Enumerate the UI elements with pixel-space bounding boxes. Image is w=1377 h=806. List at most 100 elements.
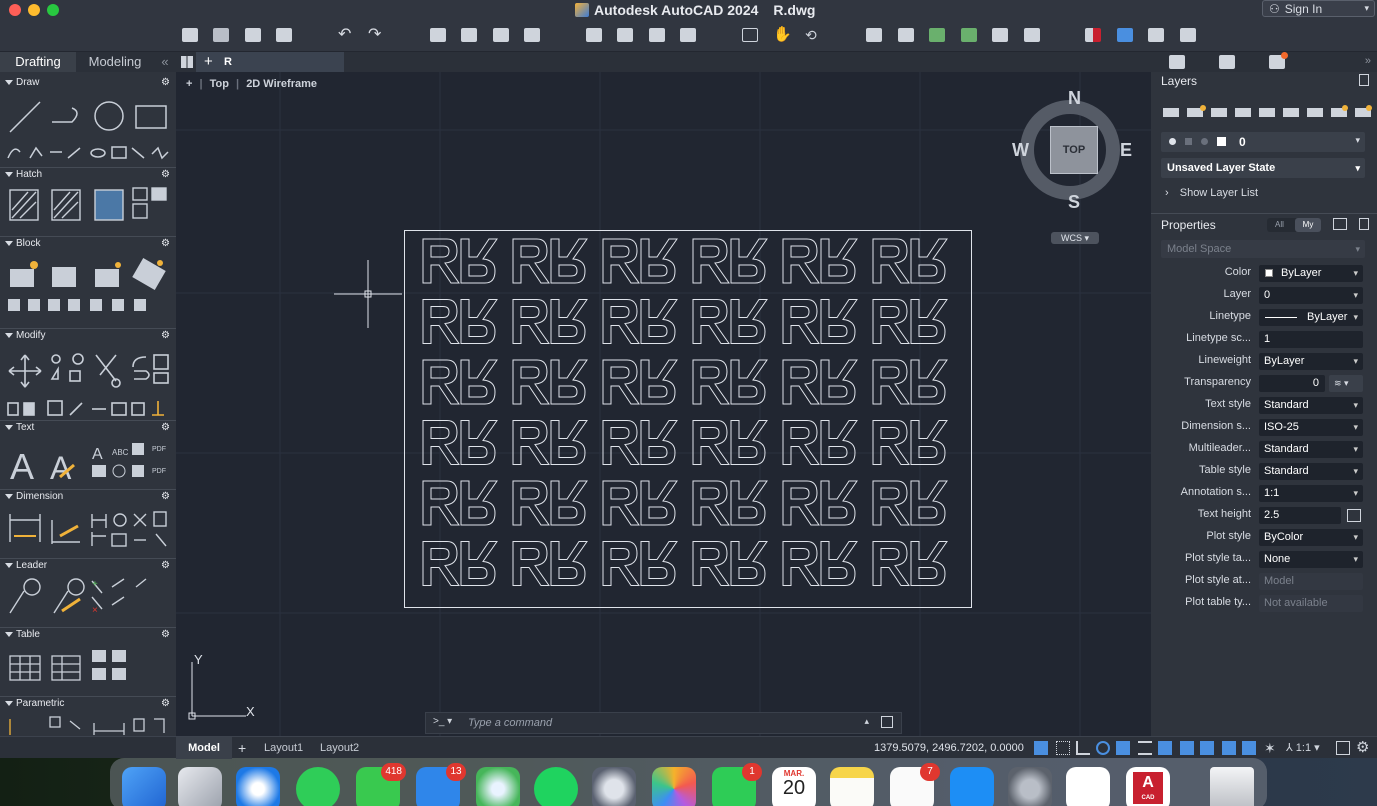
text-tools-icons[interactable]: A A A ABC PDFPDF (0, 437, 176, 491)
parametric-tools-icons[interactable] (0, 713, 176, 736)
finder-icon[interactable] (122, 767, 166, 806)
viewport-controls[interactable]: + | Top | 2D Wireframe (186, 78, 317, 90)
close-window-button[interactable] (9, 4, 21, 16)
quick-select-icon[interactable] (1333, 218, 1347, 230)
draw-tools-icons[interactable] (0, 92, 176, 174)
view-icon[interactable] (1148, 28, 1164, 42)
new-tab-plus-icon[interactable]: + (204, 52, 213, 72)
match-properties-icon[interactable] (898, 28, 914, 42)
section-header[interactable]: Parametric ⚙ (0, 697, 176, 711)
r-pair-shape[interactable] (872, 299, 948, 344)
float-panel-icon[interactable] (1359, 74, 1369, 86)
sketchup-icon[interactable] (1066, 767, 1110, 806)
publish-icon[interactable] (493, 28, 509, 42)
r-pair-shape[interactable] (602, 359, 678, 405)
zoom-window-button[interactable] (47, 4, 59, 16)
show-layer-list[interactable]: › Show Layer List (1165, 187, 1258, 199)
r-pair-shape[interactable] (692, 480, 768, 526)
mail-icon[interactable]: 13 (416, 763, 466, 806)
r-pair-shape[interactable] (782, 541, 858, 586)
page-setup-icon[interactable] (524, 28, 540, 42)
plot-icon[interactable] (430, 28, 446, 42)
table-style-dropdown[interactable]: Standard (1259, 463, 1363, 480)
transparency-menu[interactable]: ≋ ▾ (1329, 375, 1363, 392)
r-pair-shape[interactable] (422, 238, 498, 284)
expand-panel-icon[interactable]: » (1365, 55, 1371, 67)
launchpad-icon[interactable] (178, 767, 222, 806)
command-line[interactable]: >_ ▾ Type a command ▴ (425, 712, 902, 734)
r-pair-shape[interactable] (692, 299, 768, 344)
object-snap-icon[interactable] (1158, 741, 1172, 755)
gear-icon[interactable]: ⚙ (161, 237, 170, 251)
drawing-border[interactable] (404, 230, 972, 608)
r-pair-shape[interactable] (872, 238, 948, 284)
visual-style-label[interactable]: 2D Wireframe (246, 78, 317, 90)
all-my-toggle[interactable]: All My (1267, 218, 1321, 232)
notifications-icon[interactable] (1180, 28, 1196, 42)
autocad-dock-icon[interactable]: A CAD (1126, 767, 1170, 806)
command-prompt-icon[interactable]: >_ ▾ (433, 716, 452, 727)
osnap-tracking-icon[interactable] (1138, 741, 1152, 755)
gear-icon[interactable]: ⚙ (161, 76, 170, 90)
block-tools-icons[interactable] (0, 253, 176, 321)
r-pair-shape[interactable] (872, 420, 948, 465)
r-pair-shape[interactable] (692, 359, 768, 405)
gear-icon[interactable]: ⚙ (161, 559, 170, 573)
compass-north[interactable]: N (1068, 88, 1081, 109)
r-pair-shape[interactable] (602, 299, 678, 344)
layer-tools-icons[interactable] (1163, 104, 1373, 124)
r-pair-shape[interactable] (422, 359, 498, 405)
collapse-palette-icon[interactable]: « (156, 52, 174, 72)
lineweight-toggle-icon[interactable] (1180, 741, 1194, 755)
tab-drafting[interactable]: Drafting (0, 52, 76, 72)
batch-plot-icon[interactable] (461, 28, 477, 42)
find-my-icon[interactable] (476, 767, 520, 806)
blocks-tab-icon[interactable] (1219, 55, 1235, 69)
r-pattern[interactable] (405, 231, 971, 607)
viewport-menu-plus[interactable]: + (186, 78, 192, 90)
share-command-icon[interactable] (881, 716, 893, 728)
google-earth-icon[interactable] (592, 767, 636, 806)
view-preset-label[interactable]: Top (210, 78, 229, 90)
gear-icon[interactable]: ⚙ (161, 421, 170, 435)
r-pair-shape[interactable] (692, 541, 768, 586)
plot-style-dropdown[interactable]: ByColor (1259, 529, 1363, 546)
section-header[interactable]: Modify ⚙ (0, 329, 176, 343)
layer-lock-icon[interactable] (1185, 138, 1192, 145)
r-pair-shape[interactable] (782, 238, 858, 284)
section-header[interactable]: Table ⚙ (0, 628, 176, 642)
app-store-icon[interactable] (950, 767, 994, 806)
messages-icon[interactable]: 418 (356, 763, 406, 806)
r-pair-shape[interactable] (422, 541, 498, 586)
compass-south[interactable]: S (1068, 192, 1080, 213)
open-folder-icon[interactable] (213, 28, 229, 42)
r-pair-shape[interactable] (602, 541, 678, 586)
add-layout-icon[interactable]: + (238, 737, 246, 759)
trash-icon[interactable] (1210, 767, 1254, 806)
r-pair-shape[interactable] (602, 480, 678, 526)
r-pair-shape[interactable] (422, 420, 498, 465)
reminders-icon[interactable]: 7 (890, 763, 940, 806)
linetype-scale-input[interactable]: 1 (1259, 331, 1363, 348)
compass-west[interactable]: W (1012, 140, 1029, 161)
section-header[interactable]: Dimension ⚙ (0, 490, 176, 504)
linetype-dropdown[interactable]: ByLayer (1259, 309, 1363, 326)
r-pair-shape[interactable] (422, 480, 498, 526)
section-header[interactable]: Leader ⚙ (0, 559, 176, 573)
r-pair-shape[interactable] (512, 480, 588, 526)
r-pair-shape[interactable] (692, 420, 768, 465)
section-header[interactable]: Draw ⚙ (0, 76, 176, 90)
transparency-slider[interactable]: 0 (1259, 375, 1325, 392)
compare-icon[interactable] (1085, 28, 1101, 42)
table-tools-icons[interactable] (0, 644, 176, 698)
spotify-icon[interactable] (534, 767, 578, 806)
grid-toggle-icon[interactable] (1034, 741, 1048, 755)
r-pair-shape[interactable] (782, 480, 858, 526)
isodraft-icon[interactable] (1116, 741, 1130, 755)
safari-icon[interactable] (236, 767, 280, 806)
layer-properties-icon[interactable] (866, 28, 882, 42)
toggle-all[interactable]: All (1275, 220, 1284, 229)
annotation-scale-dropdown[interactable]: 1:1 (1259, 485, 1363, 502)
text-style-dropdown[interactable]: Standard (1259, 397, 1363, 414)
pick-point-icon[interactable] (1347, 509, 1361, 522)
